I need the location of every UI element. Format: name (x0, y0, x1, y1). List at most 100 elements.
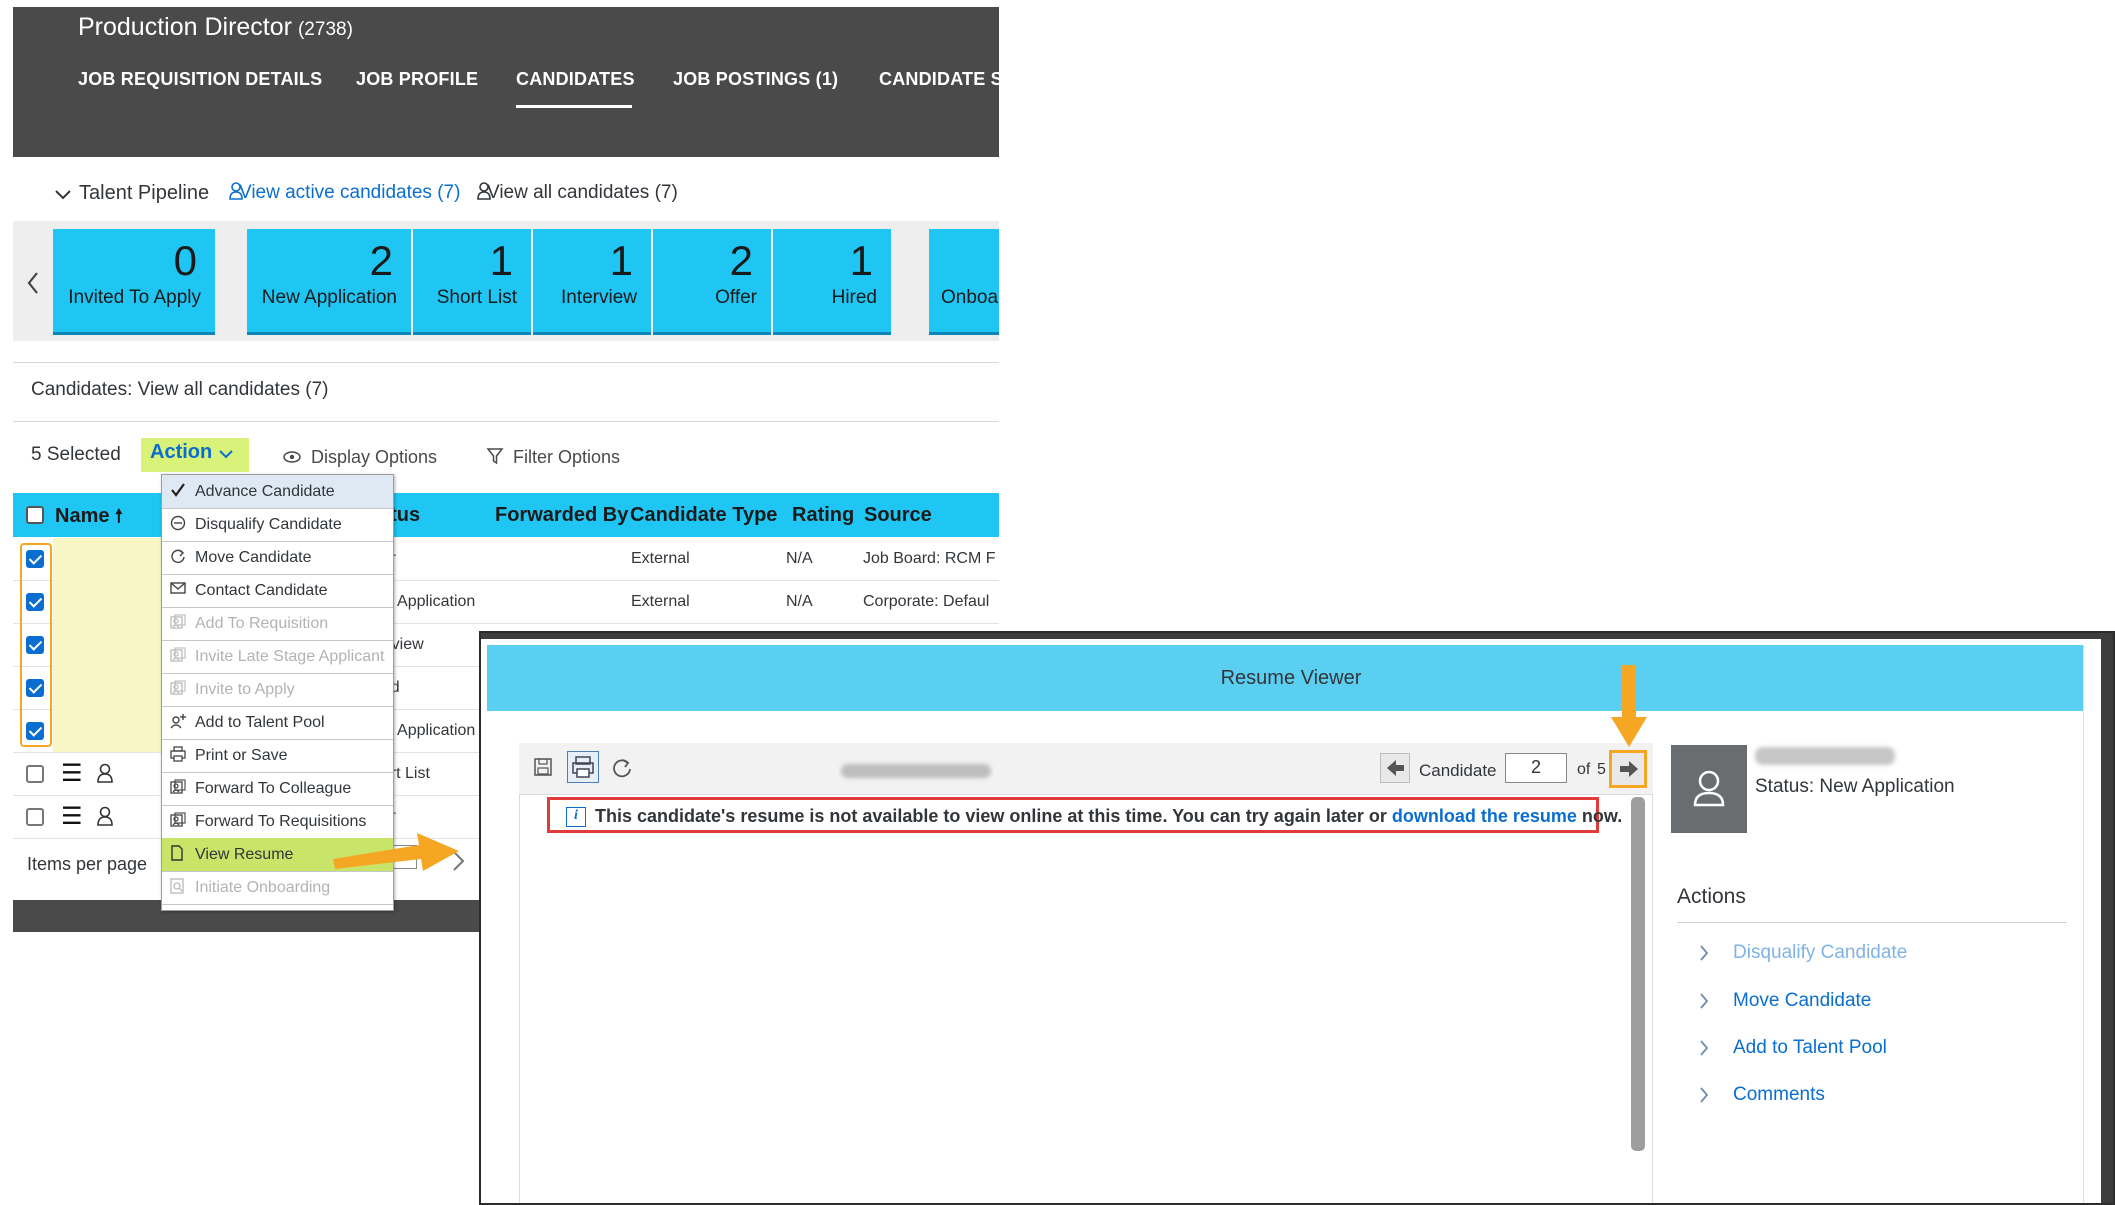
stage-count: 0 (173, 237, 197, 284)
candidate-status: Status: New Application (1755, 776, 1955, 797)
person-doc-icon (170, 614, 186, 630)
select-all-checkbox[interactable] (26, 506, 44, 524)
eye-icon (283, 451, 301, 463)
action-move-candidate[interactable]: Move Candidate (1733, 990, 1871, 1012)
menu-item-label: Initiate Onboarding (195, 879, 331, 896)
menu-item-label: Add to Talent Pool (195, 714, 325, 731)
check-icon (170, 482, 186, 498)
menu-icon[interactable]: ☰ (61, 759, 83, 788)
search-doc-icon (170, 878, 186, 894)
column-forwarded-by[interactable]: Forwarded By (495, 504, 628, 527)
selected-count: 5 Selected (31, 444, 121, 465)
stage-hired[interactable]: 1 Hired (773, 229, 891, 335)
menu-item-label: Disqualify Candidate (195, 516, 342, 533)
column-source[interactable]: Source (864, 504, 932, 527)
stage-offer[interactable]: 2 Offer (653, 229, 771, 335)
menu-item-disqualify-candidate[interactable]: Disqualify Candidate (162, 508, 393, 542)
chevron-down-icon[interactable] (55, 190, 71, 200)
menu-item-add-to-talent-pool[interactable]: Add to Talent Pool (162, 706, 393, 740)
message-suffix: now. (1581, 806, 1623, 826)
row-checkbox[interactable] (26, 808, 44, 826)
stage-label: New Application (261, 287, 397, 308)
save-icon[interactable] (533, 757, 553, 777)
chevron-left-icon[interactable] (27, 272, 39, 294)
row-checkbox[interactable] (26, 765, 44, 783)
action-add-to-talent-pool[interactable]: Add to Talent Pool (1733, 1037, 1887, 1059)
menu-item-print-or-save[interactable]: Print or Save (162, 739, 393, 773)
chevron-right-icon (1699, 944, 1709, 962)
stage-interview[interactable]: 1 Interview (533, 229, 651, 335)
menu-item-contact-candidate[interactable]: Contact Candidate (162, 574, 393, 608)
candidate-label: Candidate (1419, 761, 1497, 780)
document-icon (170, 845, 184, 861)
column-name-label: Name (55, 505, 110, 527)
person-icon (97, 806, 113, 826)
print-icon[interactable] (567, 751, 599, 783)
refresh-icon[interactable] (611, 757, 633, 779)
candidate-of-label: of (1577, 761, 1591, 778)
menu-item-label: Forward To Requisitions (195, 813, 367, 830)
chevron-right-icon (1699, 1039, 1709, 1057)
source-cell: Corporate: Defaul (863, 593, 990, 610)
person-doc-icon (170, 680, 186, 696)
action-button[interactable]: Action (141, 438, 249, 472)
filter-icon (486, 448, 504, 465)
menu-item-label: View Resume (195, 846, 294, 863)
arrow-up-icon: 🠕 (115, 506, 123, 526)
stage-invited-to-apply[interactable]: 0 Invited To Apply (53, 229, 215, 335)
person-doc-icon (170, 812, 186, 828)
view-active-candidates-link[interactable]: View active candidates (7) (239, 182, 460, 204)
avatar (1671, 745, 1747, 833)
action-comments[interactable]: Comments (1733, 1084, 1825, 1106)
active-tab-indicator (516, 105, 632, 108)
candidate-name-redacted (841, 764, 991, 778)
stage-count: 1 (609, 237, 633, 284)
menu-item-forward-to-colleague[interactable]: Forward To Colleague (162, 772, 393, 806)
menu-item-move-candidate[interactable]: Move Candidate (162, 541, 393, 575)
candidate-index-input[interactable]: 2 (1505, 753, 1567, 783)
column-name[interactable]: Name 🠕 (55, 504, 123, 534)
candidate-type-cell: External (631, 550, 690, 567)
stage-new-application[interactable]: 2 New Application (247, 229, 411, 335)
scrollbar[interactable] (1631, 797, 1645, 1151)
source-cell: Job Board: RCM F (863, 550, 996, 567)
stage-label: Short List (436, 287, 517, 308)
menu-item-advance-candidate[interactable]: Advance Candidate (162, 475, 393, 509)
previous-candidate-button[interactable] (1380, 753, 1410, 783)
person-doc-icon (170, 779, 186, 795)
next-candidate-button[interactable] (1609, 750, 1647, 788)
tab-candidates[interactable]: CANDIDATES (516, 69, 635, 90)
tab-job-profile[interactable]: JOB PROFILE (356, 69, 478, 90)
menu-item-label: Move Candidate (195, 549, 312, 566)
rating-cell: N/A (786, 593, 813, 610)
stage-count: 2 (729, 237, 753, 284)
tab-candidate-s[interactable]: CANDIDATE S (879, 69, 999, 90)
display-options-button[interactable]: Display Options (311, 447, 437, 468)
tab-job-requisition-details[interactable]: JOB REQUISITION DETAILS (78, 69, 322, 90)
stage-onboarding[interactable]: Onboa (929, 229, 999, 335)
filter-options-button[interactable]: Filter Options (513, 447, 620, 468)
chevron-right-icon (1699, 992, 1709, 1010)
menu-item-invite-to-apply: Invite to Apply (162, 673, 393, 707)
column-rating[interactable]: Rating (792, 504, 854, 527)
stage-short-list[interactable]: 1 Short List (413, 229, 531, 335)
requisition-title-text: Production Director (78, 13, 292, 41)
stage-label: Onboa (941, 287, 999, 308)
add-person-icon (170, 713, 186, 729)
download-resume-link[interactable]: download the resume (1392, 806, 1577, 826)
background-strip (2101, 633, 2113, 1203)
menu-item-label: Print or Save (195, 747, 288, 764)
menu-item-initiate-onboarding: Initiate Onboarding (162, 871, 393, 905)
candidate-type-cell: External (631, 593, 690, 610)
view-all-candidates-link[interactable]: View all candidates (7) (487, 182, 678, 204)
stage-label: Interview (560, 287, 637, 308)
column-candidate-type[interactable]: Candidate Type (630, 504, 777, 527)
stage-count: 2 (369, 237, 393, 284)
printer-icon (170, 746, 186, 762)
candidate-total: 5 (1597, 761, 1606, 778)
tab-job-postings[interactable]: JOB POSTINGS (1) (673, 69, 838, 90)
selected-checkboxes-highlight (20, 543, 52, 747)
background-strip (481, 633, 2113, 639)
menu-icon[interactable]: ☰ (61, 802, 83, 831)
panel-edge (2083, 645, 2101, 1203)
